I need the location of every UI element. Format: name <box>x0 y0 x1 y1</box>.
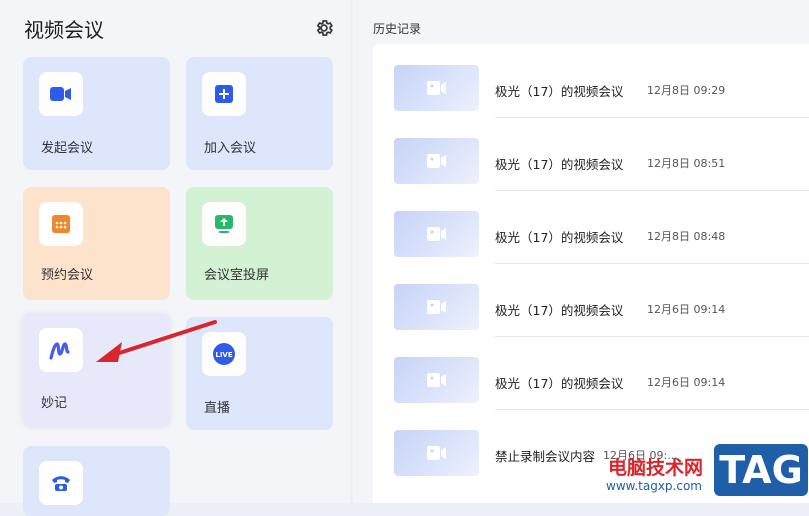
schedule-meeting-tile[interactable]: 预约会议 <box>23 187 170 300</box>
tile-label: 加入会议 <box>204 141 257 156</box>
video-camera-icon <box>427 373 446 387</box>
join-meeting-tile[interactable]: 加入会议 <box>186 57 333 170</box>
history-row[interactable]: 极光（17）的视频会议 12月8日 08:48 <box>373 190 809 264</box>
meeting-thumbnail <box>394 211 479 257</box>
screen-share-icon <box>202 202 246 246</box>
app-title: 视频会议 <box>24 18 104 42</box>
meeting-name: 极光（17）的视频会议 <box>495 84 624 99</box>
phone-icon <box>39 461 83 505</box>
video-camera-icon <box>427 446 446 460</box>
history-row[interactable]: 极光（17）的视频会议 12月8日 08:51 <box>373 117 809 191</box>
video-camera-icon <box>427 81 446 95</box>
meeting-time: 12月6日 09:14 <box>647 303 726 316</box>
watermark-tag-logo: TAG <box>714 444 808 496</box>
minutes-icon <box>39 328 83 372</box>
video-camera-icon <box>427 300 446 314</box>
tile-label: 会议室投屏 <box>204 268 270 283</box>
video-camera-icon <box>427 154 446 168</box>
plus-icon <box>202 72 246 116</box>
live-badge-text: LIVE <box>215 351 232 359</box>
history-title: 历史记录 <box>373 22 422 36</box>
meeting-time: 12月8日 09:29 <box>647 84 726 97</box>
meeting-thumbnail <box>394 430 479 476</box>
room-screen-share-tile[interactable]: 会议室投屏 <box>186 187 333 300</box>
watermark-brand: 电脑技术网 <box>608 457 704 479</box>
phone-tile[interactable] <box>23 446 170 516</box>
meeting-time: 12月8日 08:51 <box>647 157 726 170</box>
video-camera-icon <box>39 72 83 116</box>
start-meeting-tile[interactable]: 发起会议 <box>23 57 170 170</box>
meeting-time: 12月6日 09:14 <box>647 376 726 389</box>
history-row[interactable]: 极光（17）的视频会议 12月6日 09:14 <box>373 263 809 337</box>
watermark-url: www.tagxp.com <box>606 479 702 493</box>
tile-label: 发起会议 <box>41 141 94 156</box>
meeting-thumbnail <box>394 138 479 184</box>
calendar-icon <box>39 202 83 246</box>
tile-label: 预约会议 <box>41 268 94 283</box>
settings-gear-icon[interactable] <box>314 18 334 38</box>
video-camera-icon <box>427 227 446 241</box>
meeting-thumbnail <box>394 65 479 111</box>
history-list: 极光（17）的视频会议 12月8日 09:29 极光（17）的视频会议 12月8… <box>373 44 809 503</box>
history-row[interactable]: 极光（17）的视频会议 12月8日 09:29 <box>373 44 809 118</box>
meeting-thumbnail <box>394 284 479 330</box>
meeting-thumbnail <box>394 357 479 403</box>
meeting-time: 12月8日 08:48 <box>647 230 726 243</box>
meeting-name: 极光（17）的视频会议 <box>495 230 624 245</box>
tile-label: 直播 <box>204 401 231 416</box>
meeting-name: 极光（17）的视频会议 <box>495 376 624 391</box>
history-row[interactable]: 极光（17）的视频会议 12月6日 09:14 <box>373 336 809 410</box>
live-stream-tile[interactable]: LIVE 直播 <box>186 317 333 430</box>
meeting-name: 禁止录制会议内容 <box>495 449 596 464</box>
minutes-tile[interactable]: 妙记 <box>23 313 170 426</box>
meeting-name: 极光（17）的视频会议 <box>495 303 624 318</box>
meeting-name: 极光（17）的视频会议 <box>495 157 624 172</box>
live-icon: LIVE <box>202 332 246 376</box>
tile-label: 妙记 <box>41 396 68 411</box>
